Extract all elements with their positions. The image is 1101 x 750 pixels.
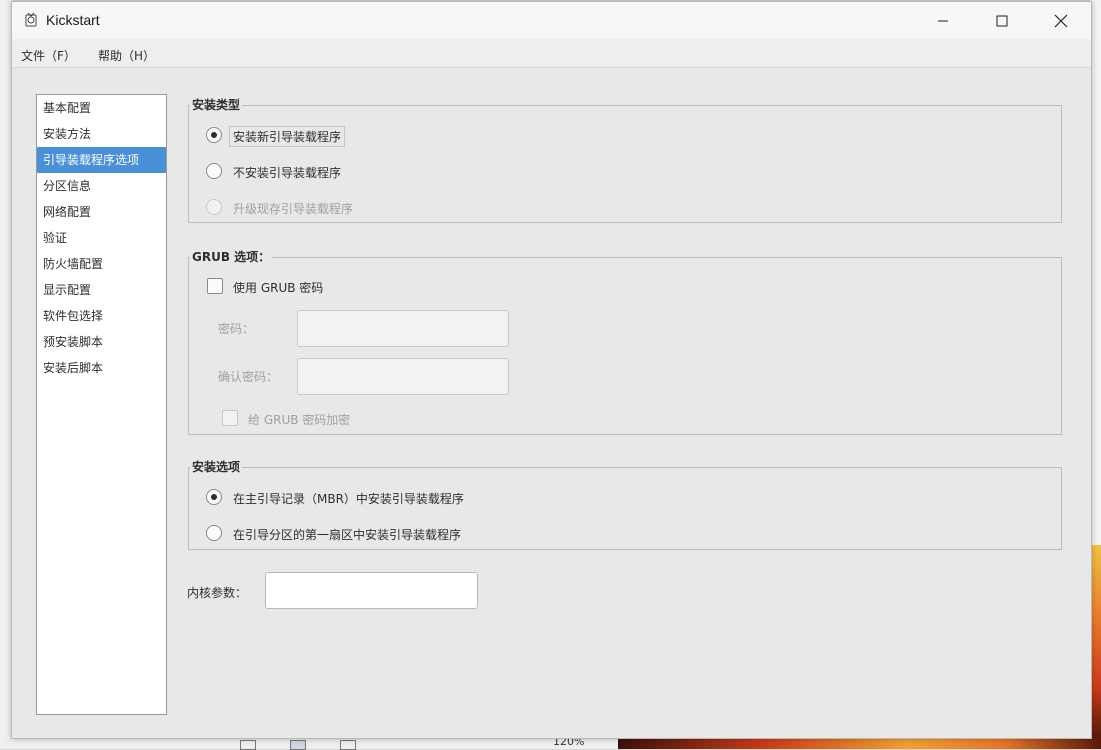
menu-file[interactable]: 文件（F） <box>21 47 76 64</box>
menu-bar: 文件（F） 帮助（H） <box>12 39 1091 68</box>
radio-install-new-bootloader[interactable] <box>206 127 222 143</box>
label-password: 密码： <box>218 322 255 336</box>
checkbox-encrypt-grub-password[interactable] <box>222 410 238 426</box>
label-encrypt-grub-password[interactable]: 给 GRUB 密码加密 <box>248 411 350 428</box>
minimize-icon <box>938 20 948 21</box>
maximize-button[interactable] <box>973 2 1031 39</box>
close-icon <box>1054 14 1068 27</box>
label-install-first-sector[interactable]: 在引导分区的第一扇区中安装引导装载程序 <box>233 526 461 543</box>
checkbox-use-grub-password[interactable] <box>207 278 223 294</box>
radio-upgrade-bootloader[interactable] <box>206 199 222 215</box>
sidebar-item-display-config[interactable]: 显示配置 <box>37 277 166 303</box>
kickstart-app-icon <box>25 12 37 27</box>
sidebar-item-basic-config[interactable]: 基本配置 <box>37 95 166 121</box>
maximize-icon <box>996 15 1008 26</box>
sidebar-item-pre-install-script[interactable]: 预安装脚本 <box>37 329 166 355</box>
sidebar-item-authentication[interactable]: 验证 <box>37 225 166 251</box>
background-wallpaper-strip <box>618 738 1101 749</box>
menu-help[interactable]: 帮助（H） <box>98 47 155 64</box>
minimize-button[interactable] <box>914 2 972 39</box>
label-confirm-password: 确认密码： <box>218 370 279 384</box>
label-kernel-params: 内核参数： <box>187 586 248 600</box>
sidebar-item-post-install-script[interactable]: 安装后脚本 <box>37 355 166 381</box>
label-upgrade-bootloader[interactable]: 升级现存引导装载程序 <box>233 200 353 217</box>
kernel-params-field[interactable] <box>265 572 478 609</box>
sidebar-item-network-config[interactable]: 网络配置 <box>37 199 166 225</box>
sidebar-item-firewall-config[interactable]: 防火墙配置 <box>37 251 166 277</box>
confirm-password-field[interactable] <box>297 358 509 395</box>
radio-no-bootloader[interactable] <box>206 163 222 179</box>
radio-install-mbr[interactable] <box>206 489 222 505</box>
password-field[interactable] <box>297 310 509 347</box>
background-taskbar-strip: 120% <box>0 735 1101 750</box>
grub-options-title: GRUB 选项： <box>190 248 273 265</box>
sidebar-item-partition-info[interactable]: 分区信息 <box>37 173 166 199</box>
close-button[interactable] <box>1032 2 1090 39</box>
sidebar-item-bootloader-options[interactable]: 引导装载程序选项 <box>37 147 166 173</box>
sidebar-item-package-selection[interactable]: 软件包选择 <box>37 303 166 329</box>
install-type-title: 安装类型 <box>190 96 243 113</box>
label-use-grub-password[interactable]: 使用 GRUB 密码 <box>233 279 323 296</box>
install-options-title: 安装选项 <box>190 458 243 475</box>
label-install-new-bootloader[interactable]: 安装新引导装载程序 <box>229 126 346 147</box>
label-install-mbr[interactable]: 在主引导记录（MBR）中安装引导装载程序 <box>233 490 464 507</box>
category-list: 基本配置 安装方法 引导装载程序选项 分区信息 网络配置 验证 防火墙配置 显示… <box>36 94 167 715</box>
sidebar-item-install-method[interactable]: 安装方法 <box>37 121 166 147</box>
title-bar[interactable]: Kickstart <box>12 2 1091 39</box>
window-title: Kickstart <box>46 12 100 28</box>
kickstart-window: Kickstart 文件（F） 帮助（H） 基本配置 安装方法 引导装载程序选项… <box>11 1 1092 739</box>
radio-install-first-sector[interactable] <box>206 525 222 541</box>
label-no-bootloader[interactable]: 不安装引导装载程序 <box>233 164 341 181</box>
